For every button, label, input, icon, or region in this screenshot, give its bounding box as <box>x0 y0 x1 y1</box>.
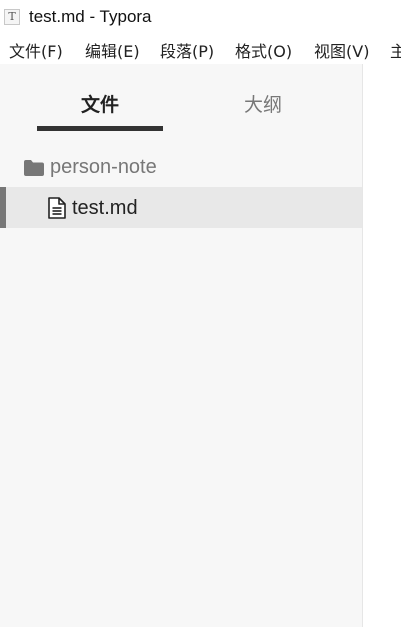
sidebar: 文件 大纲 person-note test.md <box>0 64 363 627</box>
menu-format[interactable]: 格式(O) <box>235 38 292 62</box>
typora-window: T test.md - Typora 文件(F) 编辑(E) 段落(P) 格式(… <box>0 0 401 627</box>
window-title: test.md - Typora <box>29 7 152 26</box>
typora-app-icon: T <box>4 9 20 25</box>
tree-file-test-md[interactable]: test.md <box>0 187 362 228</box>
folder-label: person-note <box>50 156 157 178</box>
tab-files[interactable]: 文件 <box>37 90 163 117</box>
menu-view[interactable]: 视图(V) <box>314 38 369 62</box>
menu-file[interactable]: 文件(F) <box>9 38 63 62</box>
file-label: test.md <box>72 197 138 219</box>
menu-bar: 文件(F) 编辑(E) 段落(P) 格式(O) 视图(V) 主 <box>0 34 401 64</box>
title-bar: T test.md - Typora <box>0 0 401 34</box>
tab-outline[interactable]: 大纲 <box>200 90 326 117</box>
folder-icon <box>24 160 44 180</box>
editor-area[interactable] <box>363 64 401 627</box>
menu-paragraph[interactable]: 段落(P) <box>160 38 214 62</box>
menu-theme[interactable]: 主 <box>390 38 401 62</box>
active-tab-indicator <box>37 126 163 131</box>
tree-folder-person-note[interactable]: person-note <box>0 150 362 186</box>
selected-file-indicator <box>0 187 6 228</box>
file-icon <box>48 197 66 223</box>
menu-edit[interactable]: 编辑(E) <box>85 38 140 62</box>
